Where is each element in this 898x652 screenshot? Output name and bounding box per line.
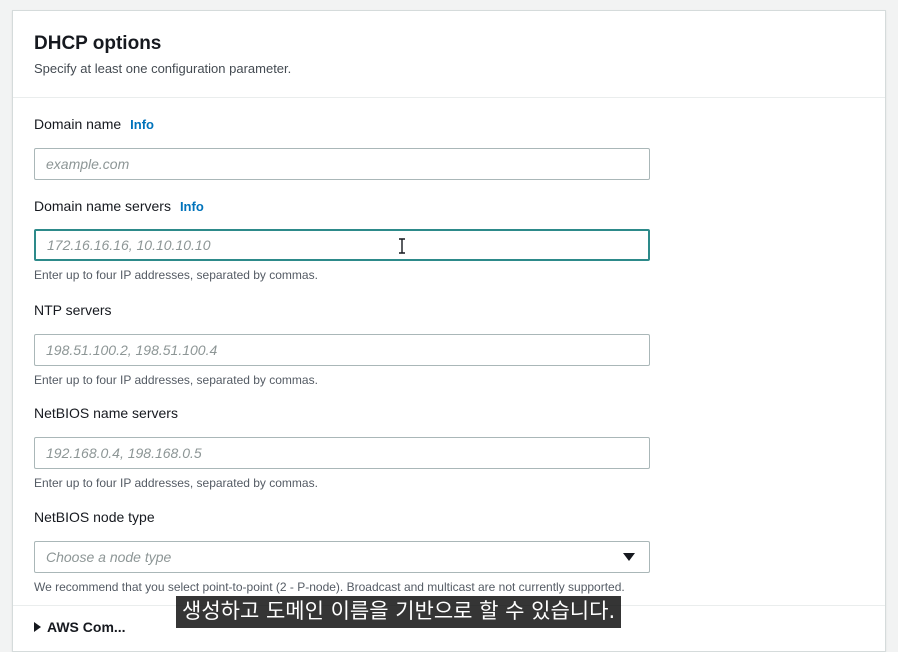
next-section-header[interactable]: AWS Com... (34, 619, 126, 635)
domain-name-label: Domain name (34, 116, 122, 132)
domain-name-label-row: Domain name Info (34, 116, 650, 136)
netbios-node-type-select[interactable]: Choose a node type (34, 541, 650, 573)
domain-name-servers-field: Domain name servers Info Enter up to fou… (34, 198, 650, 282)
domain-name-servers-label-row: Domain name servers Info (34, 198, 650, 218)
netbios-node-type-label-row: NetBIOS node type (34, 509, 650, 529)
next-section-label: AWS Com... (47, 619, 126, 635)
netbios-name-servers-input-wrapper (34, 437, 650, 469)
i-beam-cursor-icon (399, 238, 405, 254)
netbios-name-servers-field: NetBIOS name servers Enter up to four IP… (34, 405, 650, 490)
netbios-node-type-label: NetBIOS node type (34, 509, 155, 525)
panel-header: DHCP options Specify at least one config… (13, 11, 885, 98)
netbios-name-servers-label-row: NetBIOS name servers (34, 405, 650, 425)
domain-name-servers-input-wrapper (34, 229, 650, 261)
domain-name-servers-info-link[interactable]: Info (180, 199, 204, 214)
ntp-servers-input[interactable] (35, 335, 649, 365)
netbios-node-type-placeholder: Choose a node type (46, 549, 172, 565)
domain-name-servers-input[interactable] (36, 231, 648, 259)
netbios-name-servers-label: NetBIOS name servers (34, 405, 178, 421)
ntp-servers-field: NTP servers Enter up to four IP addresse… (34, 302, 650, 387)
caret-right-icon (34, 622, 41, 632)
domain-name-info-link[interactable]: Info (130, 117, 154, 132)
netbios-node-type-hint: We recommend that you select point-to-po… (34, 580, 625, 594)
caret-down-icon (623, 553, 635, 561)
panel-description: Specify at least one configuration param… (34, 61, 292, 76)
netbios-name-servers-input[interactable] (35, 438, 649, 468)
ntp-servers-label-row: NTP servers (34, 302, 650, 322)
domain-name-input-wrapper (34, 148, 650, 180)
domain-name-servers-hint: Enter up to four IP addresses, separated… (34, 268, 318, 282)
ntp-servers-label: NTP servers (34, 302, 112, 318)
domain-name-servers-label: Domain name servers (34, 198, 171, 214)
ntp-servers-hint: Enter up to four IP addresses, separated… (34, 373, 318, 387)
ntp-servers-input-wrapper (34, 334, 650, 366)
netbios-name-servers-hint: Enter up to four IP addresses, separated… (34, 476, 318, 490)
video-subtitle: 생성하고 도메인 이름을 기반으로 할 수 있습니다. (176, 596, 622, 628)
dhcp-options-panel: DHCP options Specify at least one config… (12, 10, 886, 652)
panel-title: DHCP options (34, 33, 162, 54)
domain-name-field: Domain name Info (34, 116, 650, 180)
netbios-node-type-field: NetBIOS node type Choose a node type We … (34, 509, 650, 594)
domain-name-input[interactable] (35, 149, 649, 179)
